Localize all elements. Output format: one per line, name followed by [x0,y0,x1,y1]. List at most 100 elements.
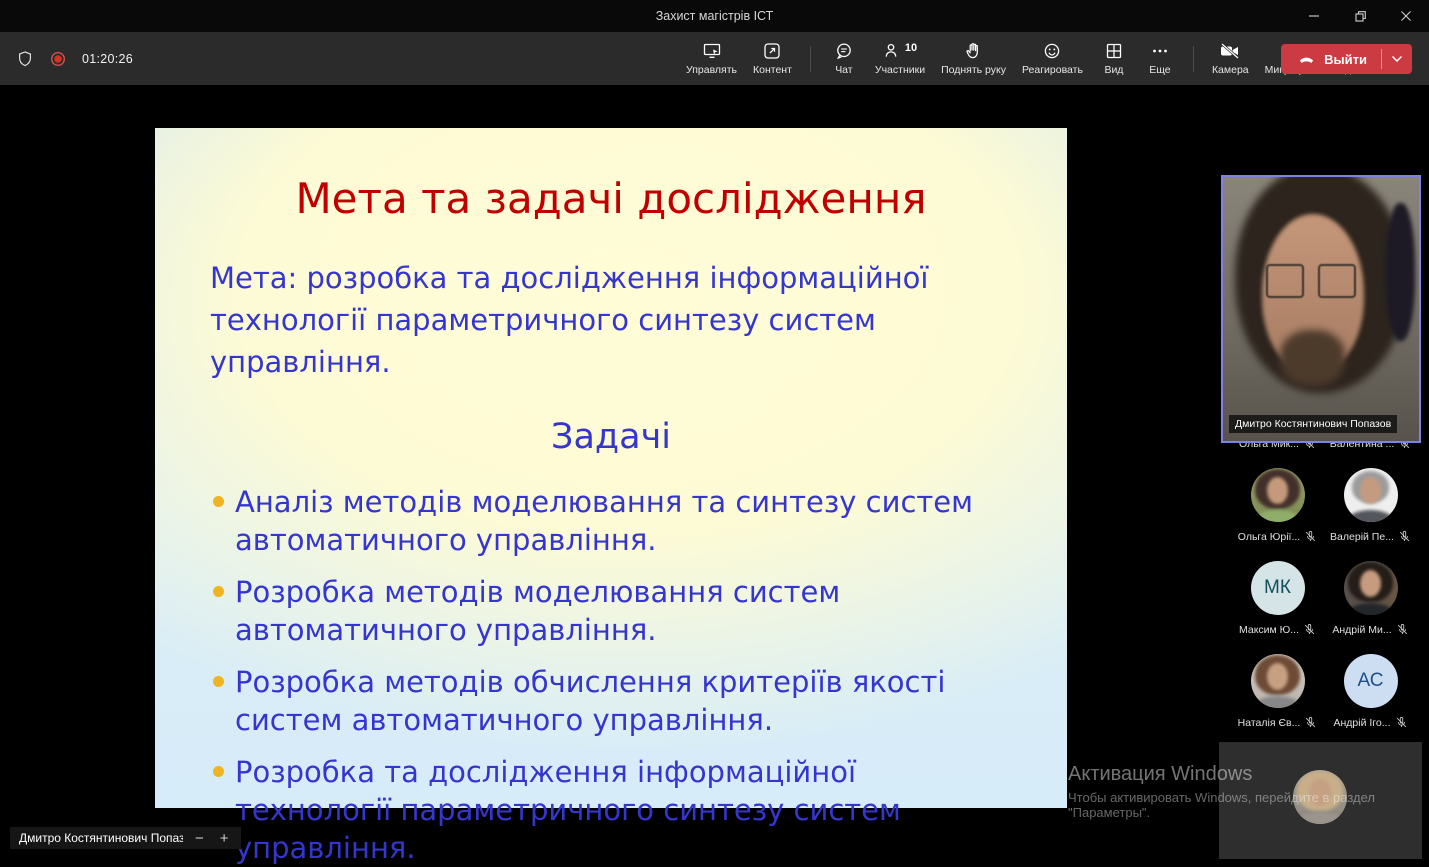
participant-tile[interactable]: Ольга Юрії... [1231,465,1324,551]
view-button[interactable]: Вид [1091,32,1137,85]
screen-control-icon [702,41,722,61]
avatar: АС [1343,654,1398,708]
camera-button[interactable]: Камера [1204,32,1257,85]
glasses-art [1266,264,1357,299]
mic-off-icon [1395,716,1408,729]
shield-icon [16,50,34,68]
slide-bullet: Розробка методів обчислення критеріїв як… [213,663,1017,739]
leave-button[interactable]: Выйти [1281,44,1381,74]
participant-tile[interactable]: АС Андрій Іго... [1324,651,1417,737]
chat-button[interactable]: Чат [821,32,867,85]
toolbar-divider [1192,45,1194,72]
presenter-video-tile[interactable]: Дмитро Костянтинович Попазов [1221,175,1421,443]
minimize-icon [1308,10,1320,22]
close-icon [1400,10,1412,22]
zoom-controls: − + [183,827,241,849]
avatar: МК [1250,561,1305,615]
shared-slide: Мета та задачі дослідження Мета: розробк… [155,128,1067,865]
window-title: Захист магістрів ІСТ [655,9,774,23]
participant-tile[interactable]: Валерій Пе... [1324,465,1417,551]
recording-indicator-icon [49,50,67,68]
mic-off-icon [1304,530,1317,543]
content-share-icon [762,41,782,61]
headphones-art [1385,203,1416,341]
participant-name: Валерій Пе... [1330,530,1394,543]
mic-off-icon [1396,623,1409,636]
grid-view-icon [1104,41,1124,61]
video-name-label: Дмитро Костянтинович Попазов [1229,415,1398,433]
slide-title: Мета та задачі дослідження [295,174,927,223]
meeting-stage: Мета та задачі дослідження Мета: розробк… [0,85,1429,865]
leave-options-button[interactable] [1382,44,1412,74]
participant-name: Ольга Юрії... [1237,530,1301,543]
close-button[interactable] [1383,0,1429,32]
window-controls [1291,0,1429,32]
window-titlebar: Захист магістрів ІСТ [0,0,1429,32]
participant-name: Наталія Єв... [1237,716,1301,729]
avatar-art [1346,510,1395,522]
content-button[interactable]: Контент [745,32,800,85]
minimize-button[interactable] [1291,0,1337,32]
mic-off-icon [1398,530,1411,543]
zoom-out-button[interactable]: − [195,830,204,847]
slide-goal-text: Мета: розробка та дослідження інформацій… [210,261,929,379]
hangup-icon [1297,52,1316,66]
participants-button[interactable]: 10 Участники [867,32,933,85]
mic-off-icon [1303,623,1316,636]
raise-hand-label: Поднять руку [941,64,1006,76]
more-label: Еще [1149,64,1171,76]
mic-off-icon [1304,716,1317,729]
slide-bullet-list: Аналіз методів моделювання та синтезу си… [155,483,1067,867]
presenter-video [1223,177,1419,441]
participant-name: Андрій Іго... [1333,716,1391,729]
view-label: Вид [1104,64,1124,76]
participant-name: Максим Ю... [1238,623,1300,636]
participant-name: Андрій Ми... [1332,623,1392,636]
restore-button[interactable] [1337,0,1383,32]
content-label: Контент [753,64,792,76]
chat-label: Чат [835,64,853,76]
meeting-toolbar: 01:20:26 Управлять Контент Чат 10 Участн… [0,32,1429,85]
restore-icon [1354,10,1367,23]
avatar-art [1309,779,1331,807]
avatar [1343,561,1398,615]
camera-off-icon [1219,41,1241,61]
participant-video-tile[interactable] [1219,742,1422,859]
avatar [1343,468,1398,522]
more-button[interactable]: Еще [1137,32,1183,85]
leave-label: Выйти [1324,51,1367,67]
participants-icon [883,41,903,61]
meeting-timer: 01:20:26 [82,51,134,66]
avatar [1293,770,1347,824]
avatar-art [1253,696,1302,708]
zoom-in-button[interactable]: + [220,830,229,847]
raise-hand-button[interactable]: Поднять руку [933,32,1014,85]
participant-tile[interactable]: МК Максим Ю... [1231,558,1324,644]
raise-hand-icon [964,41,984,61]
avatar-art [1279,330,1345,386]
presenter-name-label: Дмитро Костянтинович Попазов [10,827,207,849]
avatar [1250,654,1305,708]
participants-count: 10 [904,42,918,54]
slide-bullet: Розробка методів моделювання систем авто… [213,573,1017,649]
smiley-icon [1042,41,1062,61]
avatar-art [1253,510,1302,522]
slide-bullet: Розробка та дослідження інформаційної те… [213,753,1017,867]
manage-button[interactable]: Управлять [678,32,745,85]
react-label: Реагировать [1021,64,1083,76]
avatar [1250,468,1305,522]
slide-tasks-heading: Задачі [551,417,671,457]
camera-label: Камера [1211,64,1249,76]
chat-icon [834,41,854,61]
participant-tile[interactable]: Андрій Ми... [1324,558,1417,644]
react-button[interactable]: Реагировать [1014,32,1091,85]
avatar-art [1296,812,1344,824]
participant-tile[interactable]: Наталія Єв... [1231,651,1324,737]
participants-label: Участники [874,64,926,76]
leave-split-button: Выйти [1281,44,1412,74]
more-icon [1150,41,1170,61]
manage-label: Управлять [686,64,737,76]
slide-bullet: Аналіз методів моделювання та синтезу си… [213,483,1017,559]
chevron-down-icon [1391,55,1403,63]
avatar-art [1346,603,1395,615]
